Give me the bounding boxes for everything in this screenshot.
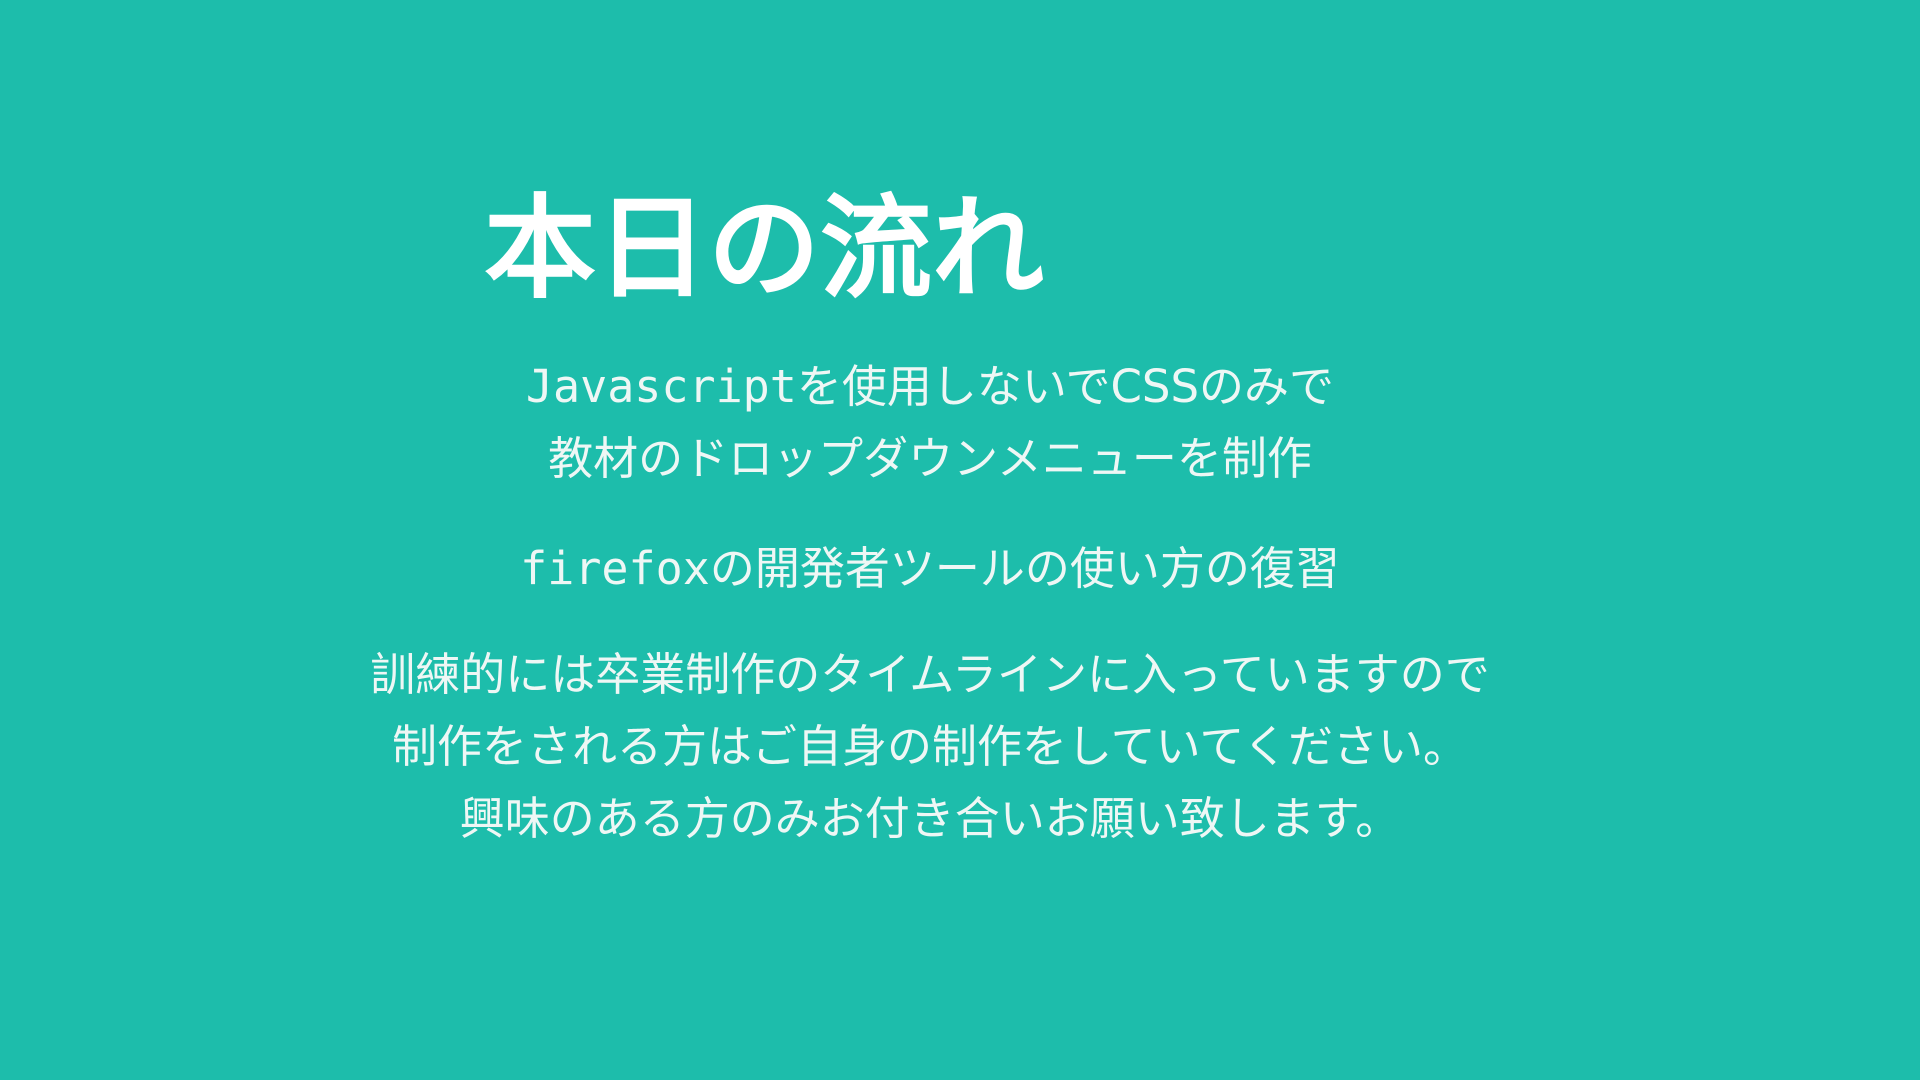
review-block: firefoxの開発者ツールの使い方の復習 — [0, 533, 1860, 605]
firefox-text: firefox — [520, 542, 710, 595]
review-line-rest: の開発者ツールの使い方の復習 — [709, 542, 1340, 595]
slide-title: 本日の流れ — [484, 184, 1044, 314]
slide: 本日の流れ Javascriptを使用しないでCSSのみで 教材のドロップダウン… — [0, 0, 1920, 1080]
goal-line-1-rest: を使用しないでCSSのみで — [796, 360, 1335, 413]
notice-line-1: 訓練的には卒業制作のタイムラインに入っていますので — [370, 648, 1490, 701]
review-line: firefoxの開発者ツールの使い方の復習 — [0, 533, 1860, 605]
notice-line-2: 制作をされる方はご自身の制作をしていてください。 — [392, 720, 1468, 773]
goal-line-1: Javascriptを使用しないでCSSのみで — [0, 351, 1860, 423]
notice-line-3: 興味のある方のみお付き合いお願い致します。 — [459, 792, 1401, 845]
notice-block: 訓練的には卒業制作のタイムラインに入っていますので 制作をされる方はご自身の制作… — [0, 639, 1860, 855]
javascript-text: Javascript — [525, 360, 797, 413]
goal-block: Javascriptを使用しないでCSSのみで 教材のドロップダウンメニューを制… — [0, 351, 1860, 495]
goal-line-2: 教材のドロップダウンメニューを制作 — [548, 432, 1312, 485]
